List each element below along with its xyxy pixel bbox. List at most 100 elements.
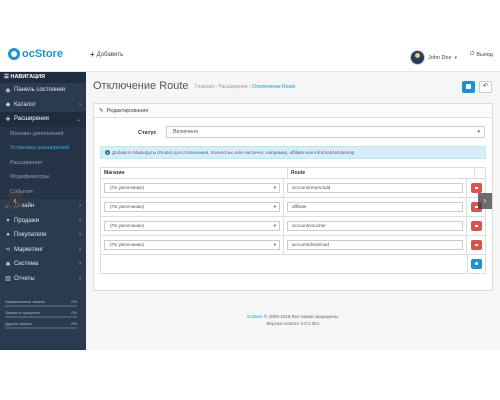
stat-label: Завершенные заказы xyxy=(5,299,46,304)
store-select-value: (По умолчанию) xyxy=(110,223,145,228)
alert-text: Добавьте Маршруты (Route) для отключения… xyxy=(112,150,355,155)
footer-version: Версия ocStore 3.0.2.0b1 xyxy=(266,321,320,326)
sidebar-item-extensions[interactable]: ✚ Расширения ⌄ xyxy=(0,112,86,127)
info-alert: i Добавьте Маршруты (Route) для отключен… xyxy=(100,146,486,159)
user-name: John Doe xyxy=(428,54,452,61)
back-button[interactable]: ↶ xyxy=(479,81,492,93)
sidebar-subitem-modifications[interactable]: Модификаторы xyxy=(0,170,86,185)
footer-copyright: © 2009-2018 Все права защищены. xyxy=(263,314,340,319)
sidebar-subitem-label: Магазин дополнений xyxy=(10,130,64,137)
route-input[interactable]: account/download xyxy=(287,240,463,250)
stat-progress-bar xyxy=(5,305,77,307)
logo[interactable]: ocStore xyxy=(8,48,63,60)
user-menu[interactable]: John Doe ▾ xyxy=(410,50,457,65)
puzzle-icon: ✚ xyxy=(5,116,11,123)
route-input[interactable]: account/return/add xyxy=(287,183,463,193)
save-button[interactable] xyxy=(462,81,475,93)
table-row: (По умолчанию) ▾ affiliate xyxy=(100,198,486,217)
table-row: (По умолчанию) ▾ account/download xyxy=(100,236,486,255)
add-button[interactable]: + Добавить xyxy=(90,51,124,59)
sidebar-item-system[interactable]: ✱ Система › xyxy=(0,257,86,272)
logout-button[interactable]: ⏻ Выход xyxy=(470,51,493,58)
sidebar-item-label: Каталог xyxy=(14,101,36,108)
breadcrumb-current[interactable]: Отключение Route xyxy=(252,84,295,90)
sidebar-item-sales[interactable]: ▾ Продажи › xyxy=(0,214,86,229)
top-header: ocStore + Добавить John Doe ▾ ⏻ Выход xyxy=(0,41,500,72)
logout-label: Выход xyxy=(476,51,493,58)
add-route-button[interactable] xyxy=(471,259,482,269)
sidebar-subitem-label: Расширения xyxy=(10,159,42,166)
breadcrumb-home[interactable]: Главная xyxy=(195,84,214,90)
chevron-right-icon: › xyxy=(79,101,81,108)
breadcrumb: Главная › Расширения › Отключение Route xyxy=(195,84,295,90)
status-select[interactable]: Включено ▾ xyxy=(166,126,485,138)
user-icon: ● xyxy=(6,232,10,239)
avatar xyxy=(410,50,425,65)
route-input[interactable]: affiliate xyxy=(287,202,463,212)
remove-row-button[interactable] xyxy=(470,221,482,231)
sidebar-subitem-extensions[interactable]: Расширения xyxy=(0,155,86,170)
chevron-right-icon: › xyxy=(79,203,81,210)
store-select-value: (По умолчанию) xyxy=(110,185,145,190)
main-content: Отключение Route Главная › Расширения › … xyxy=(86,72,500,350)
remove-row-button[interactable] xyxy=(470,240,482,250)
breadcrumb-extensions[interactable]: Расширения xyxy=(218,84,247,90)
edit-panel: ✎ Редактирование Статус Включено ▾ i Доб… xyxy=(93,103,493,291)
stat-value: 0% xyxy=(71,321,77,326)
stat-processing: Заказы в процессе 0% xyxy=(5,310,77,318)
store-select-value: (По умолчанию) xyxy=(110,204,145,209)
select-caret-icon: ▾ xyxy=(273,223,276,228)
sidebar-subitem-marketplace[interactable]: Магазин дополнений xyxy=(0,126,86,141)
route-input[interactable]: account/voucher xyxy=(287,221,463,231)
sidebar-item-label: Продажи xyxy=(14,217,40,224)
stat-completed: Завершенные заказы 0% xyxy=(5,299,77,307)
sidebar-item-marketing[interactable]: ⋖ Маркетинг › xyxy=(0,243,86,258)
sidebar-item-label: Расширения xyxy=(14,116,49,123)
chevron-down-icon: ⌄ xyxy=(75,116,81,123)
sidebar-item-dashboard[interactable]: ◉ Панель состояния xyxy=(0,83,86,98)
stat-other: Другие заказы 0% xyxy=(5,321,77,329)
panel-heading: ✎ Редактирование xyxy=(94,104,492,118)
column-header-actions xyxy=(475,168,485,178)
sidebar-item-label: Панель состояния xyxy=(14,87,65,94)
stat-label: Другие заказы xyxy=(5,321,32,326)
store-select-value: (По умолчанию) xyxy=(110,242,145,247)
chevron-right-icon: › xyxy=(79,261,81,268)
sidebar-item-catalog[interactable]: ◆ Каталог › xyxy=(0,98,86,113)
carousel-prev-button[interactable]: ‹ xyxy=(8,193,22,209)
sidebar-subitem-label: Установка расширений xyxy=(10,145,70,152)
sidebar-header-label: НАВИГАЦИЯ xyxy=(10,74,46,80)
stat-value: 0% xyxy=(71,310,77,315)
info-icon: i xyxy=(105,150,110,155)
share-icon: ⋖ xyxy=(5,247,11,254)
store-select[interactable]: (По умолчанию) ▾ xyxy=(104,202,280,212)
store-select[interactable]: (По умолчанию) ▾ xyxy=(104,240,280,250)
routes-table: Магазин Route (По умолчанию) ▾ account/re… xyxy=(100,167,486,274)
add-label: Добавить xyxy=(96,52,124,58)
sidebar-item-reports[interactable]: ▥ Отчеты › xyxy=(0,272,86,287)
sidebar-item-label: Система xyxy=(14,261,39,268)
select-caret-icon: ▾ xyxy=(273,204,276,209)
store-select[interactable]: (По умолчанию) ▾ xyxy=(104,221,280,231)
stat-progress-bar xyxy=(5,316,77,318)
carousel-next-button[interactable]: › xyxy=(478,193,492,209)
table-row: (По умолчанию) ▾ account/return/add xyxy=(100,179,486,198)
sidebar-item-label: Маркетинг xyxy=(14,246,44,253)
sidebar-item-customers[interactable]: ● Покупатели › xyxy=(0,228,86,243)
chevron-right-icon: › xyxy=(483,196,487,205)
logo-text: ocStore xyxy=(22,48,63,60)
footer-brand-link[interactable]: ocStore xyxy=(247,314,263,319)
chevron-right-icon: › xyxy=(79,246,81,253)
remove-row-button[interactable] xyxy=(470,183,482,193)
order-stats: Завершенные заказы 0% Заказы в процессе … xyxy=(5,299,77,332)
sidebar-subitem-installer[interactable]: Установка расширений xyxy=(0,141,86,156)
screenshot-frame: ocStore + Добавить John Doe ▾ ⏻ Выход ☰ … xyxy=(0,41,500,350)
stat-progress-bar xyxy=(5,327,77,329)
table-header: Магазин Route xyxy=(100,167,486,179)
pencil-icon: ✎ xyxy=(99,107,104,114)
chevron-right-icon: › xyxy=(79,275,81,282)
caret-down-icon: ▾ xyxy=(454,54,458,61)
panel-title: Редактирование xyxy=(106,107,149,114)
table-add-row-spacer xyxy=(101,255,468,273)
store-select[interactable]: (По умолчанию) ▾ xyxy=(104,183,280,193)
